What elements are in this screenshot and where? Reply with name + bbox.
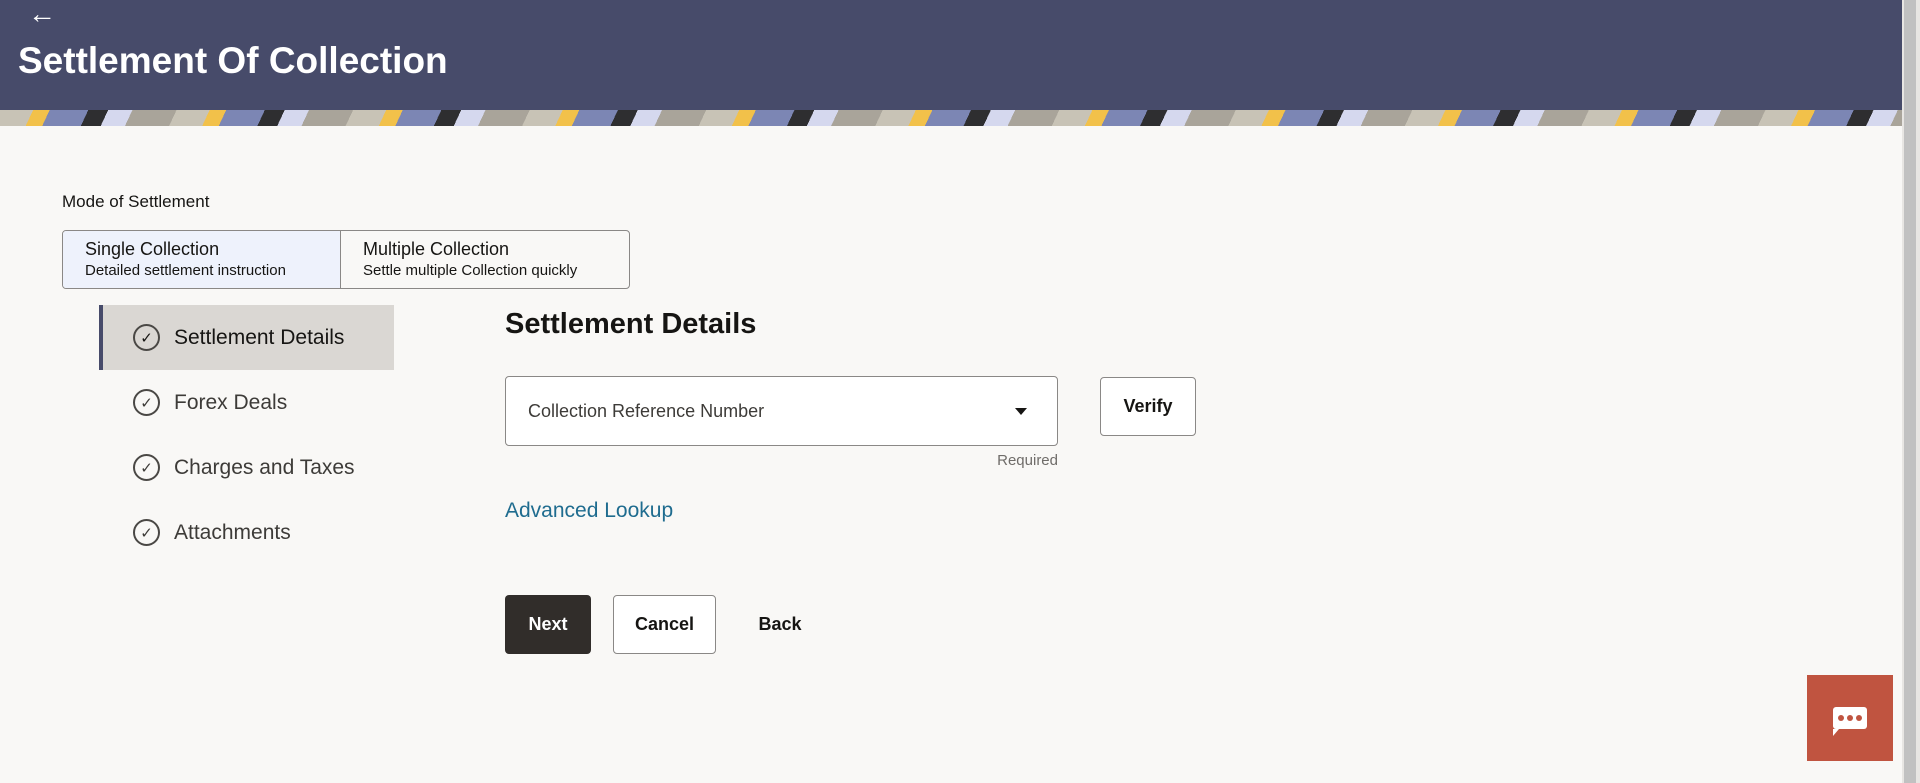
mode-segmented-control: Single Collection Detailed settlement in… [62, 230, 630, 289]
step-label: Attachments [174, 520, 291, 544]
verify-button[interactable]: Verify [1100, 377, 1196, 436]
scrollbar[interactable] [1902, 0, 1920, 783]
caret-down-icon [1015, 408, 1027, 415]
required-hint: Required [997, 452, 1058, 469]
chat-bubble-icon [1833, 707, 1867, 736]
mode-option-multiple-collection[interactable]: Multiple Collection Settle multiple Coll… [341, 231, 629, 288]
option-subtitle: Settle multiple Collection quickly [363, 262, 578, 279]
check-circle-icon: ✓ [133, 324, 160, 351]
mode-of-settlement-label: Mode of Settlement [62, 192, 210, 211]
cancel-button[interactable]: Cancel [613, 595, 716, 654]
collection-reference-select[interactable]: Collection Reference Number [505, 376, 1058, 446]
step-label: Settlement Details [174, 325, 345, 349]
step-charges-and-taxes[interactable]: ✓ Charges and Taxes [99, 435, 394, 500]
check-circle-icon: ✓ [133, 454, 160, 481]
check-circle-icon: ✓ [133, 389, 160, 416]
step-forex-deals[interactable]: ✓ Forex Deals [99, 370, 394, 435]
step-label: Charges and Taxes [174, 455, 355, 479]
option-title: Multiple Collection [363, 239, 510, 259]
step-attachments[interactable]: ✓ Attachments [99, 500, 394, 565]
steps-nav: ✓ Settlement Details ✓ Forex Deals ✓ Charge… [99, 305, 394, 565]
mode-option-single-collection[interactable]: Single Collection Detailed settlement in… [63, 231, 341, 288]
page-title: Settlement Of Collection [18, 40, 448, 81]
check-circle-icon: ✓ [133, 519, 160, 546]
decorative-banner [0, 110, 1902, 126]
section-heading: Settlement Details [505, 308, 757, 340]
step-label: Forex Deals [174, 390, 288, 414]
chat-button[interactable] [1807, 675, 1893, 761]
advanced-lookup-link[interactable]: Advanced Lookup [505, 499, 673, 523]
option-title: Single Collection [85, 239, 220, 259]
option-subtitle: Detailed settlement instruction [85, 262, 286, 279]
step-settlement-details[interactable]: ✓ Settlement Details [99, 305, 394, 370]
select-placeholder: Collection Reference Number [528, 400, 765, 421]
scrollbar-thumb[interactable] [1904, 0, 1916, 783]
arrow-left-icon[interactable]: ← [28, 0, 56, 28]
next-button[interactable]: Next [505, 595, 591, 654]
back-button[interactable]: Back [745, 595, 815, 654]
page-header: ← Settlement Of Collection [0, 0, 1902, 110]
